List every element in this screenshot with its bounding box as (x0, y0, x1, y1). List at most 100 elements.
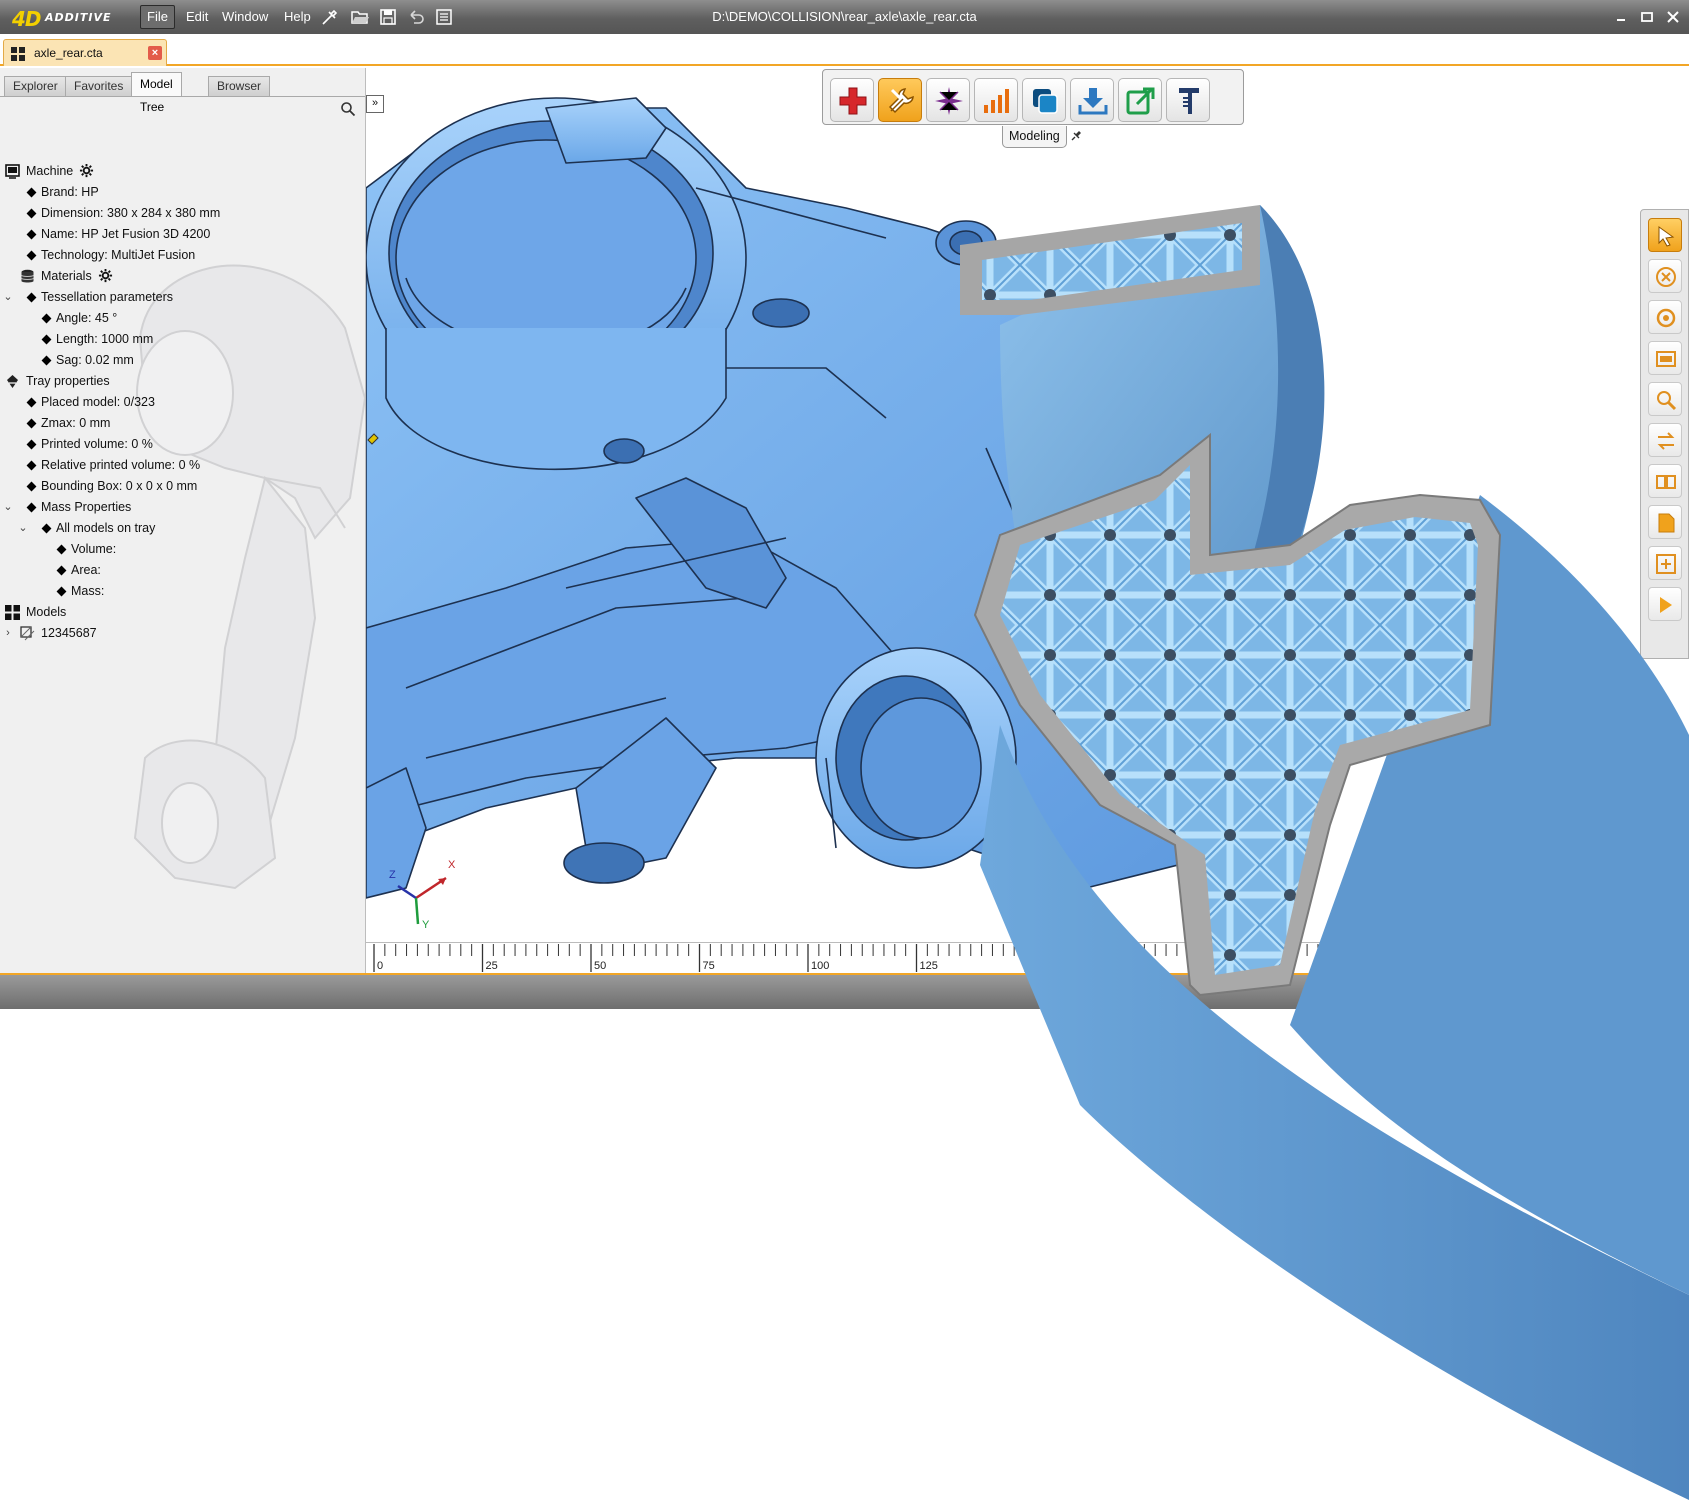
tree-label: Sag: 0.02 mm (56, 353, 134, 367)
model-icon (20, 626, 35, 641)
tree-item-machine[interactable]: Machine (0, 161, 360, 182)
bullet-icon (26, 187, 37, 198)
lattice-cutaway-detail (960, 205, 1689, 1500)
document-tab-label: axle_rear.cta (34, 46, 103, 60)
tree-item[interactable]: Technology: MultiJet Fusion (0, 245, 360, 266)
tree-item[interactable]: Length: 1000 mm (0, 329, 360, 350)
expanded-chevron-icon[interactable]: ⌄ (2, 287, 14, 308)
collapsed-chevron-icon[interactable]: › (2, 623, 14, 644)
axis-z-label: Z (389, 869, 396, 881)
tab-browser[interactable]: Browser (208, 76, 271, 96)
search-icon[interactable] (340, 101, 356, 117)
close-tab-icon[interactable]: × (148, 46, 162, 60)
bullet-icon (41, 523, 52, 534)
document-tab-bar: axle_rear.cta × (0, 34, 1689, 88)
analysis-tool-button[interactable] (974, 78, 1018, 122)
tree-item[interactable]: Volume: (0, 539, 360, 560)
tree-item[interactable]: Angle: 45 ° (0, 308, 360, 329)
tree-label: Dimension: 380 x 284 x 380 mm (41, 206, 221, 220)
close-icon[interactable] (1664, 8, 1682, 26)
tree-item[interactable]: Name: HP Jet Fusion 3D 4200 (0, 224, 360, 245)
minimize-icon[interactable] (1612, 8, 1630, 26)
tree-item[interactable]: Printed volume: 0 % (0, 434, 360, 455)
tree-label: Mass Properties (41, 500, 132, 514)
tree-item-mass-properties[interactable]: ⌄ Mass Properties (0, 497, 360, 518)
tree-label: Placed model: 0/323 (41, 395, 155, 409)
document-tab[interactable]: axle_rear.cta × (3, 39, 167, 66)
left-panel: Explorer Favorites Model Tree Browser Ma… (0, 68, 366, 973)
mode-label: Modeling (1002, 126, 1067, 148)
tree-label: Models (26, 605, 67, 619)
tree-item[interactable]: Bounding Box: 0 x 0 x 0 mm (0, 476, 360, 497)
bullet-icon (26, 250, 37, 261)
tree-label: Relative printed volume: 0 % (41, 458, 201, 472)
bar-chart-icon (984, 89, 1009, 113)
bullet-icon (26, 397, 37, 408)
tree-label: Name: HP Jet Fusion 3D 4200 (41, 227, 211, 241)
tree-label: Tray properties (26, 374, 110, 388)
tree-item-model[interactable]: › 12345687 (0, 623, 360, 644)
axis-y-label: Y (422, 919, 430, 930)
bullet-icon (26, 292, 37, 303)
bullet-icon (41, 334, 52, 345)
tab-model-tree[interactable]: Model Tree (131, 72, 182, 114)
measure-tool-button[interactable] (1166, 78, 1210, 122)
maximize-icon[interactable] (1638, 8, 1656, 26)
export-tool-button[interactable] (1118, 78, 1162, 122)
tree-label: Length: 1000 mm (56, 332, 154, 346)
expanded-chevron-icon[interactable]: ⌄ (2, 497, 14, 518)
ruler-label: 100 (811, 960, 829, 972)
tree-label: Angle: 45 ° (56, 311, 118, 325)
tree-item[interactable]: Brand: HP (0, 182, 360, 203)
tree-item[interactable]: Sag: 0.02 mm (0, 350, 360, 371)
database-icon (21, 269, 34, 283)
models-icon (5, 605, 20, 620)
tab-favorites[interactable]: Favorites (65, 76, 133, 96)
tree-item-models[interactable]: Models (0, 602, 360, 623)
expanded-chevron-icon[interactable]: ⌄ (17, 518, 29, 539)
tree-label: Volume: (71, 542, 117, 556)
download-icon (1078, 88, 1108, 115)
plus-cross-icon (839, 87, 867, 115)
bullet-icon (56, 544, 67, 555)
collapse-panel-button[interactable]: » (366, 95, 384, 113)
ruler-label: 125 (920, 960, 938, 972)
tree-item-materials[interactable]: Materials (0, 266, 360, 287)
star-tool-button[interactable] (926, 78, 970, 122)
modeling-tool-button[interactable] (878, 78, 922, 122)
tree-item-tessellation[interactable]: ⌄ Tessellation parameters (0, 287, 360, 308)
tray-icon (7, 375, 18, 388)
pin-icon[interactable] (1069, 129, 1083, 143)
bullet-icon (41, 355, 52, 366)
tree-item[interactable]: Area: (0, 560, 360, 581)
import-tool-button[interactable] (1070, 78, 1114, 122)
caliper-icon (1179, 88, 1199, 114)
tree-item[interactable]: Mass: (0, 581, 360, 602)
tree-item-all-models[interactable]: ⌄ All models on tray (0, 518, 360, 539)
tree-label: Mass: (71, 584, 105, 598)
tree-label: Printed volume: 0 % (41, 437, 153, 451)
tree-item[interactable]: Relative printed volume: 0 % (0, 455, 360, 476)
machine-icon (5, 164, 20, 179)
tree-item[interactable]: Placed model: 0/323 (0, 392, 360, 413)
bullet-icon (26, 502, 37, 513)
tree-item[interactable]: Dimension: 380 x 284 x 380 mm (0, 203, 360, 224)
gear-icon[interactable] (79, 163, 94, 178)
tree-label: Brand: HP (41, 185, 99, 199)
window-title: D:\DEMO\COLLISION\rear_axle\axle_rear.ct… (712, 9, 977, 24)
copy-tool-button[interactable] (1022, 78, 1066, 122)
tree-label: Area: (71, 563, 101, 577)
bullet-icon (26, 229, 37, 240)
bullet-icon (26, 208, 37, 219)
tree-label: Technology: MultiJet Fusion (41, 248, 196, 262)
tree-item-tray-properties[interactable]: Tray properties (0, 371, 360, 392)
tree-item[interactable]: Zmax: 0 mm (0, 413, 360, 434)
repair-tool-button[interactable] (830, 78, 874, 122)
tab-explorer[interactable]: Explorer (4, 76, 67, 96)
bullet-icon (41, 313, 52, 324)
bullet-icon (26, 460, 37, 471)
bullet-icon (56, 586, 67, 597)
bullet-icon (56, 565, 67, 576)
gear-icon[interactable] (98, 268, 113, 283)
title-bar: 4D ADDITIVE File Edit Window Help D:\DEM… (0, 0, 1689, 34)
